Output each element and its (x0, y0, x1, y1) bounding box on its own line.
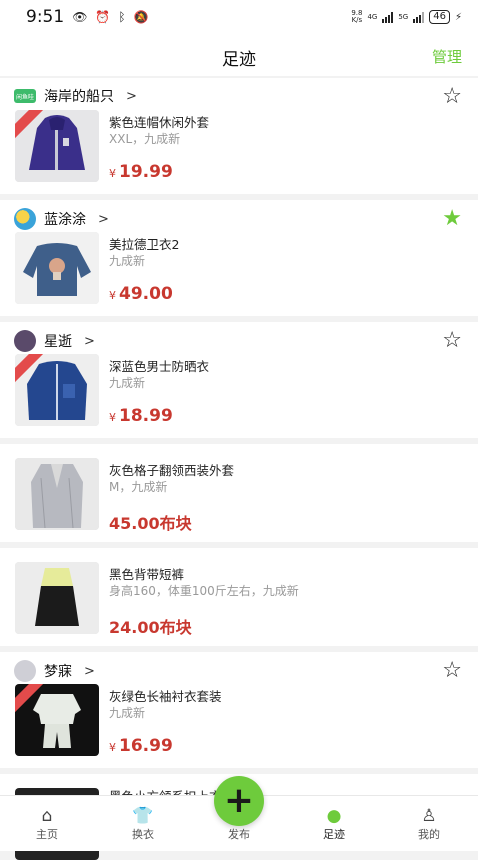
seller-link[interactable]: 蓝涂涂 > (14, 208, 109, 230)
battery-icon: 46 (429, 10, 450, 24)
chevron-right-icon: > (126, 88, 137, 104)
seller-link[interactable]: 闲鱼哇 海岸的船只 > (14, 86, 137, 106)
product-price: ¥18.99 (109, 406, 173, 426)
product-price: ¥19.99 (109, 162, 173, 182)
seller-avatar (14, 330, 36, 352)
chevron-right-icon: > (84, 663, 95, 679)
net-speed: 9.8 K/s (351, 9, 363, 24)
tab-wardrobe[interactable]: 👕 换衣 (113, 806, 173, 842)
product-price: 24.00布块 (109, 618, 192, 637)
seller-avatar: 闲鱼哇 (14, 89, 36, 103)
mute-icon: 🔕 (133, 10, 149, 24)
product-image (15, 458, 99, 530)
list-item[interactable]: 梦寐 > ☆ 灰绿色长袖衬衣套装 九成新 ¥16.99 (0, 652, 478, 768)
chevron-right-icon: > (98, 211, 109, 227)
product-desc: 九成新 (109, 254, 146, 268)
tab-profile[interactable]: ♙ 我的 (399, 806, 459, 842)
shirt-icon: 👕 (132, 806, 154, 826)
list-item[interactable]: 灰色格子翻领西装外套 M，九成新 45.00布块 (0, 444, 478, 542)
plus-icon: + (223, 780, 255, 821)
list-item[interactable]: 星逝 > ☆ 深蓝色男士防晒衣 九成新 ¥18.99 (0, 322, 478, 438)
page-title: 足迹 (222, 50, 256, 70)
list-item[interactable]: 蓝涂涂 > ★ 美拉德卫衣2 九成新 ¥49.00 (0, 200, 478, 316)
star-icon[interactable]: ☆ (442, 330, 462, 352)
header: 足迹 管理 (0, 34, 478, 76)
signal-5g: 5G (398, 12, 409, 21)
seller-name: 海岸的船只 (44, 89, 114, 105)
footprint-icon: ● (326, 806, 342, 826)
publish-button[interactable]: + (214, 776, 264, 826)
seller-name: 星逝 (44, 334, 72, 350)
alarm-icon: ⏰ (95, 10, 111, 24)
list-item[interactable]: 闲鱼哇 海岸的船只 > ☆ 紫色连帽休闲外套 XXL，九成新 ¥19.99 (0, 78, 478, 194)
profile-icon: ♙ (421, 806, 437, 826)
home-icon: ⌂ (41, 806, 53, 826)
star-icon[interactable]: ☆ (442, 86, 462, 108)
charging-icon: ⚡ (454, 11, 462, 23)
product-desc: XXL，九成新 (109, 132, 181, 146)
product-name: 美拉德卫衣2 (109, 237, 180, 252)
signal-4g: 4G (367, 12, 378, 21)
product-desc: 九成新 (109, 376, 146, 390)
product-desc: 身高160，体重100斤左右，九成新 (109, 584, 299, 598)
star-icon[interactable]: ☆ (442, 660, 462, 682)
product-image (15, 684, 99, 756)
list-item[interactable]: 黑色背带短裤 身高160，体重100斤左右，九成新 24.00布块 (0, 548, 478, 646)
tab-publish[interactable]: 发布 (209, 826, 269, 842)
signal-icon-2 (413, 11, 425, 23)
seller-avatar (14, 208, 36, 230)
product-desc: M，九成新 (109, 480, 168, 494)
product-image (15, 232, 99, 304)
status-time: 9:51 (26, 7, 65, 27)
product-price: ¥16.99 (109, 736, 173, 756)
product-image (15, 110, 99, 182)
product-image (15, 562, 99, 634)
product-price: ¥49.00 (109, 284, 173, 304)
tab-home[interactable]: ⌂ 主页 (17, 806, 77, 842)
product-name: 深蓝色男士防晒衣 (109, 359, 210, 374)
chevron-right-icon: > (84, 333, 95, 349)
seller-link[interactable]: 梦寐 > (14, 660, 95, 682)
eye-icon: 👁 (72, 10, 88, 24)
seller-avatar (14, 660, 36, 682)
bluetooth-icon: ᛒ (118, 10, 126, 24)
signal-icon (382, 11, 394, 23)
product-image (15, 354, 99, 426)
product-name: 紫色连帽休闲外套 (109, 115, 210, 130)
tab-footprint[interactable]: ● 足迹 (304, 806, 364, 842)
status-bar: 9:51 👁 ⏰ ᛒ 🔕 9.8 K/s 4G 5G 46 ⚡ (0, 0, 478, 34)
product-name: 灰绿色长袖衬衣套装 (109, 689, 222, 704)
product-price: 45.00布块 (109, 514, 192, 533)
product-desc: 九成新 (109, 706, 146, 720)
product-name: 灰色格子翻领西装外套 (109, 463, 235, 478)
product-name: 黑色背带短裤 (109, 567, 185, 582)
star-filled-icon[interactable]: ★ (442, 208, 462, 230)
manage-button[interactable]: 管理 (432, 46, 462, 67)
seller-link[interactable]: 星逝 > (14, 330, 95, 352)
seller-name: 梦寐 (44, 664, 72, 680)
seller-name: 蓝涂涂 (44, 212, 86, 228)
